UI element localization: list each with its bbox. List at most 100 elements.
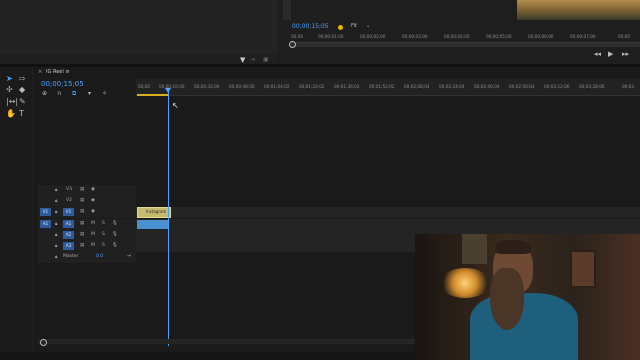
ruler-tick: 00;00;16;00 — [159, 84, 185, 89]
film-icon[interactable]: ▤ — [80, 198, 84, 203]
ruler-tick: 00;00;05;00 — [486, 34, 512, 39]
track-header-a3: 🔒︎ A3 ▤ M S 🎙︎ — [38, 241, 136, 252]
audio-clip[interactable] — [137, 220, 169, 229]
track-target-a3[interactable]: A3 — [63, 242, 74, 250]
track-header-v2: 🔒︎ V2 ▤ ◉ — [38, 196, 136, 207]
lock-icon[interactable]: 🔒︎ — [55, 198, 57, 204]
razor-tool-icon[interactable]: ◆ — [19, 85, 25, 94]
step-back-icon[interactable]: ◂◂ — [594, 50, 601, 58]
playhead-line[interactable] — [168, 88, 169, 346]
selection-tool-icon[interactable]: ➤ — [6, 74, 13, 83]
ruler-tick: 00;00;48;00 — [229, 84, 255, 89]
solo-button[interactable]: S — [102, 232, 105, 237]
sync-lock-icon[interactable]: ▤ — [80, 232, 84, 237]
solo-button[interactable]: S — [102, 243, 105, 248]
track-header-master: 🔒︎ Master 0.0 ⇥ — [38, 252, 136, 263]
track-header-v3: 🔒︎ V3 ▤ ◉ — [38, 185, 136, 196]
mouse-cursor-icon: ↖ — [172, 101, 179, 110]
snap-icon[interactable]: ∩ — [57, 90, 61, 97]
lock-icon[interactable]: 🔒︎ — [55, 187, 57, 193]
camera-icon[interactable]: ▣ — [263, 56, 269, 63]
sync-lock-icon[interactable]: ▤ — [80, 221, 84, 226]
scroll-handle[interactable] — [40, 339, 47, 346]
track-header-a1: A1 🔒︎ A1 ▤ M S 🎙︎ — [38, 219, 136, 230]
clip-name: Instagram — [146, 209, 167, 214]
hand-tool-icon[interactable]: ✋ — [6, 109, 16, 118]
add-marker-icon[interactable]: ▾ — [88, 90, 91, 97]
ruler-tick: 00;00;02;00 — [360, 34, 386, 39]
mic-icon[interactable]: 🎙︎ — [112, 243, 118, 248]
chevron-down-icon[interactable]: ⌄ — [366, 23, 370, 29]
ruler-tick: 00;02;40;04 — [474, 84, 500, 89]
track-label[interactable]: V2 — [66, 198, 72, 203]
eye-icon[interactable]: ◉ — [91, 198, 95, 203]
eye-icon[interactable]: ◉ — [91, 209, 95, 214]
program-scrub-bar[interactable] — [290, 43, 640, 47]
presenter-hair — [495, 240, 531, 254]
wrench-icon[interactable]: ✧ — [102, 90, 107, 97]
scrub-handle[interactable] — [289, 41, 296, 48]
source-patch-v1[interactable]: V1 — [40, 208, 51, 216]
linked-selection-icon[interactable]: ⧉ — [72, 90, 76, 98]
go-to-end-icon[interactable]: ⇥ — [127, 254, 131, 259]
mute-button[interactable]: M — [91, 243, 95, 248]
insert-sequence-icon[interactable]: ⊕ — [42, 90, 47, 97]
sequence-title: IG Reel — [46, 69, 64, 75]
lock-icon[interactable]: 🔒︎ — [55, 232, 57, 238]
timeline-timecode[interactable]: 00;00;15;05 — [41, 80, 84, 88]
ruler-tick: 00;00;04;00 — [444, 34, 470, 39]
film-icon[interactable]: ▤ — [80, 187, 84, 192]
mute-button[interactable]: M — [91, 221, 95, 226]
export-icon[interactable]: ⇥ — [250, 56, 255, 63]
play-icon[interactable]: ▶ — [608, 50, 613, 58]
lock-icon[interactable]: 🔒︎ — [55, 209, 57, 215]
type-tool-icon[interactable]: T — [19, 109, 24, 118]
webcam-lamp — [440, 268, 490, 298]
step-forward-icon[interactable]: ▸▸ — [622, 50, 629, 58]
track-select-tool-icon[interactable]: ⇨ — [19, 74, 26, 83]
track-target-v1[interactable]: V1 — [63, 208, 74, 216]
track-target-a2[interactable]: A2 — [63, 231, 74, 239]
master-volume[interactable]: 0.0 — [96, 254, 103, 259]
ruler-tick: 00;01;04;02 — [264, 84, 290, 89]
track-target-a1[interactable]: A1 — [63, 220, 74, 228]
sequence-tab[interactable]: IG Reel ≡ — [46, 69, 70, 75]
close-icon[interactable]: × — [38, 69, 42, 75]
program-timecode[interactable]: 00;00;15;05 — [292, 23, 329, 30]
mic-icon[interactable]: 🎙︎ — [112, 232, 118, 237]
program-time-ruler[interactable]: 00;00 00;00;01;00 00;00;02;00 00;00;03;0… — [290, 32, 640, 43]
ruler-tick: 00;03;12;06 — [544, 84, 570, 89]
program-scroll-strip[interactable] — [283, 0, 291, 20]
zoom-fit-select[interactable]: Fit — [351, 23, 357, 29]
lock-icon[interactable]: 🔒︎ — [55, 254, 57, 260]
ruler-tick: 00;02;08;04 — [404, 84, 430, 89]
ruler-tick: 00;01;52;02 — [369, 84, 395, 89]
filter-icon[interactable]: ▼ — [240, 56, 245, 64]
solo-button[interactable]: S — [102, 221, 105, 226]
ripple-edit-tool-icon[interactable]: ✢ — [6, 85, 13, 94]
ruler-tick: 00;01;20;02 — [299, 84, 325, 89]
track-header-a2: 🔒︎ A2 ▤ M S 🎙︎ — [38, 230, 136, 241]
track-label[interactable]: V3 — [66, 187, 72, 192]
pen-tool-icon[interactable]: ✎ — [19, 97, 26, 106]
master-label: Master — [63, 254, 79, 259]
ruler-tick: 00;00;32;00 — [194, 84, 220, 89]
film-icon[interactable]: ▤ — [80, 209, 84, 214]
ruler-tick: 00;01;36;02 — [334, 84, 360, 89]
source-patch-a1[interactable]: A1 — [40, 220, 51, 228]
eye-icon[interactable]: ◉ — [91, 187, 95, 192]
playhead-handle[interactable] — [165, 88, 171, 93]
lock-icon[interactable]: 🔒︎ — [55, 243, 57, 249]
track-header-v1: V1 🔒︎ V1 ▤ ◉ — [38, 207, 136, 218]
ruler-tick: 00;00;01;00 — [318, 34, 344, 39]
slip-tool-icon[interactable]: |↔| — [6, 97, 18, 106]
marker-dot-icon — [338, 25, 343, 30]
track-lane-v1[interactable] — [136, 207, 640, 218]
ruler-tick: 00;02;56;04 — [509, 84, 535, 89]
sync-lock-icon[interactable]: ▤ — [80, 243, 84, 248]
mic-icon[interactable]: 🎙︎ — [112, 221, 118, 226]
mute-button[interactable]: M — [91, 232, 95, 237]
ruler-tick: 00;03;28;06 — [579, 84, 605, 89]
lock-icon[interactable]: 🔒︎ — [55, 221, 57, 227]
video-clip[interactable]: Instagram — [137, 207, 171, 218]
